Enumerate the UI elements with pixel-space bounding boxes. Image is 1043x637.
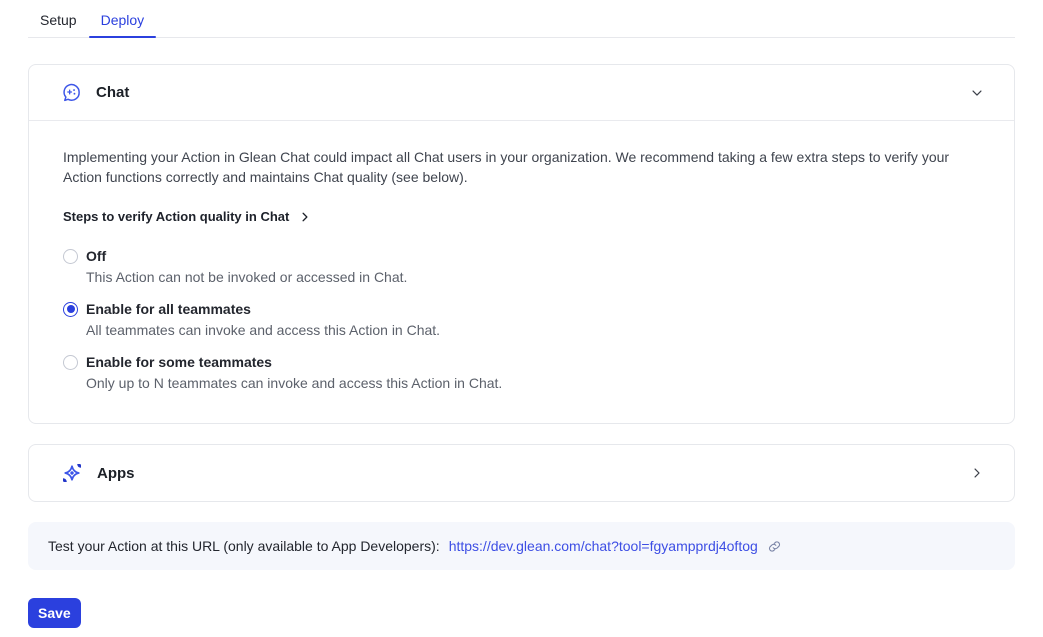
option-enable-some-description: Only up to N teammates can invoke and ac… <box>86 375 980 391</box>
option-enable-all: Enable for all teammates All teammates c… <box>63 301 980 338</box>
chain-link-icon[interactable] <box>767 539 782 554</box>
test-url-bar: Test your Action at this URL (only avail… <box>28 522 1015 570</box>
apps-card-title: Apps <box>97 465 135 482</box>
option-off: Off This Action can not be invoked or ac… <box>63 248 980 285</box>
apps-card: Apps <box>28 444 1015 502</box>
chevron-down-icon[interactable] <box>970 86 984 100</box>
tab-bar: Setup Deploy <box>28 0 1015 38</box>
steps-link-label: Steps to verify Action quality in Chat <box>63 209 289 224</box>
option-enable-some-row[interactable]: Enable for some teammates <box>63 354 980 370</box>
chat-icon <box>61 82 82 103</box>
option-enable-all-description: All teammates can invoke and access this… <box>86 322 980 338</box>
option-enable-some: Enable for some teammates Only up to N t… <box>63 354 980 391</box>
test-url-link[interactable]: https://dev.glean.com/chat?tool=fgyamppr… <box>449 538 758 554</box>
option-enable-all-row[interactable]: Enable for all teammates <box>63 301 980 317</box>
apps-glean-logo-icon <box>61 462 83 484</box>
tab-deploy[interactable]: Deploy <box>89 6 157 37</box>
option-off-description: This Action can not be invoked or access… <box>86 269 980 285</box>
radio-enable-all[interactable] <box>63 302 78 317</box>
apps-card-header[interactable]: Apps <box>29 445 1014 501</box>
chat-card: Chat Implementing your Action in Glean C… <box>28 64 1015 424</box>
option-enable-some-label: Enable for some teammates <box>86 354 272 370</box>
chat-enable-options: Off This Action can not be invoked or ac… <box>63 248 980 391</box>
radio-enable-some[interactable] <box>63 355 78 370</box>
chat-impact-description: Implementing your Action in Glean Chat c… <box>63 147 968 187</box>
option-enable-all-label: Enable for all teammates <box>86 301 251 317</box>
deploy-page: Setup Deploy Chat Implementing your Acti <box>0 0 1043 628</box>
chevron-right-icon <box>299 211 311 223</box>
chevron-right-icon[interactable] <box>970 466 984 480</box>
save-button[interactable]: Save <box>28 598 81 628</box>
chat-card-title: Chat <box>96 84 129 101</box>
option-off-row[interactable]: Off <box>63 248 980 264</box>
steps-to-verify-link[interactable]: Steps to verify Action quality in Chat <box>63 209 311 224</box>
chat-card-body: Implementing your Action in Glean Chat c… <box>29 121 1014 423</box>
option-off-label: Off <box>86 248 106 264</box>
radio-off[interactable] <box>63 249 78 264</box>
test-url-label: Test your Action at this URL (only avail… <box>48 538 440 554</box>
chat-card-header[interactable]: Chat <box>29 65 1014 121</box>
tab-setup[interactable]: Setup <box>28 6 89 37</box>
